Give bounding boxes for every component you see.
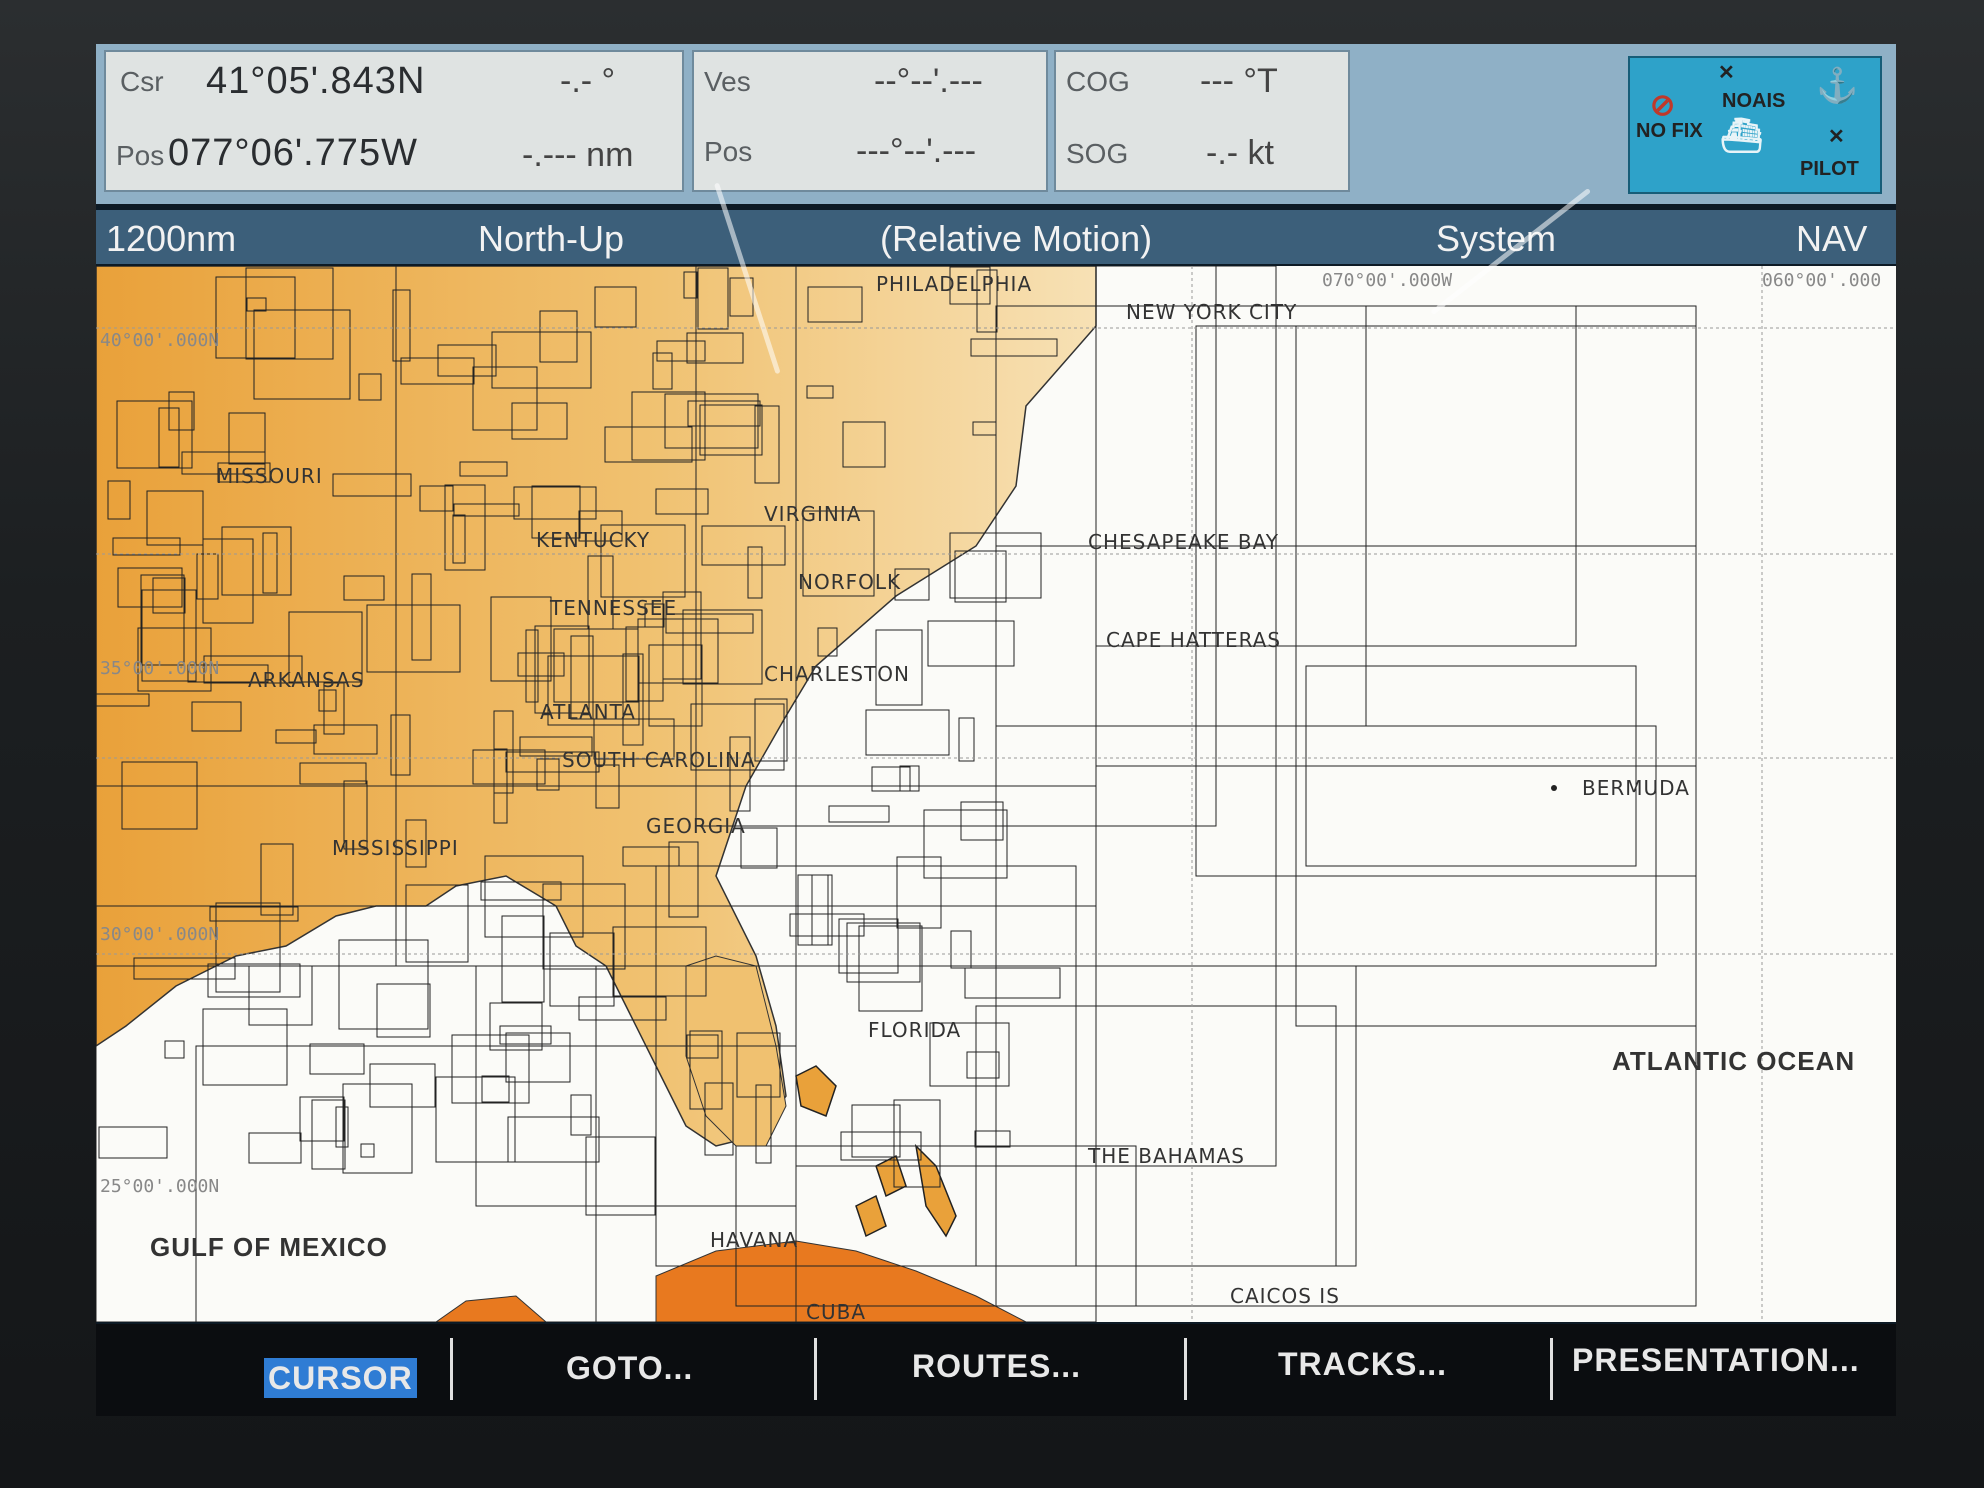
vessel-longitude: ---°--'.--- [856,132,977,170]
place-the-bahamas: THE BAHAMAS [1088,1144,1246,1168]
csr-label: Csr [120,66,164,97]
orientation-mode[interactable]: North-Up [478,218,624,260]
place-georgia: GEORGIA [646,814,746,838]
place-tennessee: TENNESSEE [550,596,678,620]
no-ais-cross-icon: ✕ [1718,62,1735,84]
gulf-of-mexico-label: GULF OF MEXICO [150,1232,388,1262]
status-icons-panel: ✕ NOAIS ⊘ NO FIX ⛴ ⚓ ✕ PILOT [1628,56,1882,194]
place-virginia: VIRGINIA [764,502,862,526]
vessel-pos-label: Pos [704,136,753,167]
place-havana: HAVANA [710,1228,799,1252]
cursor-softkey-label: CURSOR [264,1358,417,1398]
lat-30-label: 30°00'.000N [100,924,220,945]
place-charleston: CHARLESTON [764,662,910,686]
lon-70-label: 070°00'.000W [1322,270,1453,291]
no-ais-label: NOAIS [1722,90,1786,112]
place-cuba: CUBA [806,1300,867,1322]
cursor-position-panel: Csr 41°05'.843N -.- ° Pos 077°06'.775W -… [104,50,684,192]
place-cape-hatteras: CAPE HATTERAS [1106,628,1282,652]
place-atlanta: ATLANTA [540,700,636,724]
place-norfolk: NORFOLK [798,570,902,594]
softkey-divider [1184,1338,1187,1400]
cog-sog-panel: COG --- °T SOG -.- kt [1054,50,1350,192]
place-missouri: MISSOURI [216,464,323,488]
cursor-distance: -.--- nm [522,136,634,174]
bahamas-islands [795,1065,957,1238]
presentation-softkey[interactable]: PRESENTATION... [1572,1342,1860,1402]
nautical-chart[interactable]: 070°00'.000W 060°00'.000 40°00'.000N 35°… [96,266,1896,1322]
vessel-latitude: --°--'.--- [874,62,983,100]
system-label[interactable]: System [1436,218,1556,260]
cursor-longitude: 077°06'.775W [168,132,418,174]
cuba-island [435,1240,1027,1322]
boat-icon: ⛴ [1720,117,1764,155]
autopilot-icon: ⚓ [1816,67,1859,105]
routes-softkey[interactable]: ROUTES... [912,1348,1081,1408]
cursor-softkey[interactable]: CURSOR [264,1358,417,1416]
place-arkansas: ARKANSAS [248,668,365,692]
ves-label: Ves [704,66,751,97]
atlantic-ocean-label: ATLANTIC OCEAN [1612,1046,1856,1076]
lat-25-label: 25°00'.000N [100,1176,220,1197]
cursor-latitude: 41°05'.843N [206,60,426,102]
nav-mode[interactable]: NAV [1796,218,1867,260]
softkey-divider [1550,1338,1553,1400]
pilot-cross-icon: ✕ [1828,126,1845,148]
cog-value: --- °T [1200,62,1278,100]
chart-header-bar: 1200nm North-Up (Relative Motion) System… [96,210,1896,264]
no-fix-label: NO FIX [1636,120,1703,142]
tracks-softkey[interactable]: TRACKS... [1278,1346,1447,1406]
place-caicos: CAICOS IS [1230,1284,1340,1308]
pilot-label: PILOT [1800,158,1859,180]
sog-label: SOG [1066,138,1129,169]
softkey-divider [814,1338,817,1400]
vessel-position-panel: Ves --°--'.--- Pos ---°--'.--- [692,50,1048,192]
place-new-york: NEW YORK CITY [1126,300,1298,324]
chartplotter-screen: Csr 41°05'.843N -.- ° Pos 077°06'.775W -… [96,44,1896,1416]
bermuda-marker [1551,785,1557,791]
place-kentucky: KENTUCKY [536,528,651,552]
place-chesapeake-bay: CHESAPEAKE BAY [1088,530,1279,554]
softkey-divider [450,1338,453,1400]
sog-value: -.- kt [1206,134,1274,172]
lat-40-label: 40°00'.000N [100,330,220,351]
place-florida: FLORIDA [868,1018,962,1042]
place-mississippi: MISSISSIPPI [332,836,459,860]
data-bar: Csr 41°05'.843N -.- ° Pos 077°06'.775W -… [96,44,1896,204]
goto-softkey[interactable]: GOTO... [566,1350,693,1410]
place-philadelphia: PHILADELPHIA [876,272,1033,296]
pos-label: Pos [116,140,165,171]
place-bermuda: BERMUDA [1582,776,1690,800]
motion-mode[interactable]: (Relative Motion) [880,218,1152,260]
cursor-bearing: -.- ° [560,62,616,100]
gps-satellite-icon: ⊘ [1650,89,1676,122]
lon-60-label: 060°00'.000 [1762,270,1882,291]
cog-label: COG [1066,66,1130,97]
softkey-bar: CURSOR GOTO... ROUTES... TRACKS... PRESE… [96,1324,1896,1416]
lat-35-label: 35°00'.000N [100,658,220,679]
place-south-carolina: SOUTH CAROLINA [562,748,756,772]
range-indicator[interactable]: 1200nm [106,218,236,260]
